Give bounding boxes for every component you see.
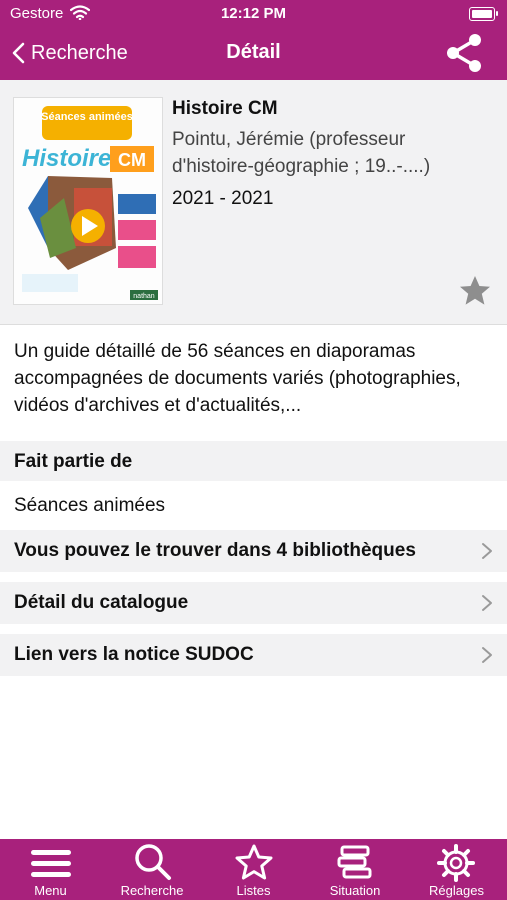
clock: 12:12 PM (220, 5, 287, 22)
chevron-right-icon (482, 595, 492, 611)
book-author: Pointu, Jérémie (professeur d'histoire-g… (172, 129, 431, 177)
tab-label: Menu (34, 883, 67, 898)
chevron-left-icon (12, 42, 25, 64)
sudoc-row[interactable]: Lien vers la notice SUDOC (0, 634, 507, 676)
chevron-right-icon (482, 543, 492, 559)
cover-publisher-text: nathan (133, 293, 155, 300)
chevron-right-icon (482, 647, 492, 663)
tab-situation[interactable]: Situation (304, 839, 406, 900)
tab-label: Situation (329, 883, 381, 898)
cover-title-text: Histoire (22, 145, 111, 172)
tab-recherche[interactable]: Recherche (101, 839, 203, 900)
back-label: Recherche (31, 41, 128, 64)
search-icon (135, 844, 171, 880)
status-bar: Gestore 12:12 PM (0, 0, 507, 28)
book-title: Histoire CM (172, 98, 278, 119)
tab-listes[interactable]: Listes (203, 839, 304, 900)
libraries-row[interactable]: Vous pouvez le trouver dans 4 bibliothèq… (0, 530, 507, 572)
catalog-row[interactable]: Détail du catalogue (0, 582, 507, 624)
tab-bar: Menu Recherche Listes Situation Réglages (0, 839, 507, 900)
books-icon (337, 845, 372, 879)
tab-label: Réglages (429, 883, 484, 898)
book-cover: Séances animées Histoire CM nathan (13, 97, 163, 305)
tab-reglages[interactable]: Réglages (406, 839, 507, 900)
book-summary: Un guide détaillé de 56 séances en diapo… (14, 341, 461, 416)
book-detail-card: Séances animées Histoire CM nathan Histo… (0, 80, 507, 325)
libraries-label: Vous pouvez le trouver dans 4 bibliothèq… (14, 540, 416, 561)
sudoc-label: Lien vers la notice SUDOC (14, 644, 254, 665)
part-of-header: Fait partie de (14, 451, 133, 472)
part-of-header-row: Fait partie de (0, 441, 507, 481)
tab-label: Recherche (120, 883, 184, 898)
catalog-label: Détail du catalogue (14, 592, 189, 613)
part-of-value[interactable]: Séances animées (14, 495, 165, 517)
share-icon[interactable] (443, 32, 485, 74)
back-button[interactable]: Recherche (12, 36, 128, 70)
tab-menu[interactable]: Menu (0, 839, 101, 900)
gear-icon (437, 844, 475, 882)
app-header: Gestore 12:12 PM Recherche Détail (0, 0, 507, 80)
tab-label: Listes (236, 883, 271, 898)
cover-level-text: CM (118, 150, 146, 170)
favorite-star-icon[interactable] (458, 274, 492, 308)
cover-series-text: Séances animées (41, 111, 133, 123)
battery-icon (469, 7, 498, 21)
menu-icon (31, 850, 71, 877)
star-icon (235, 844, 273, 880)
book-years: 2021 - 2021 (172, 188, 274, 209)
